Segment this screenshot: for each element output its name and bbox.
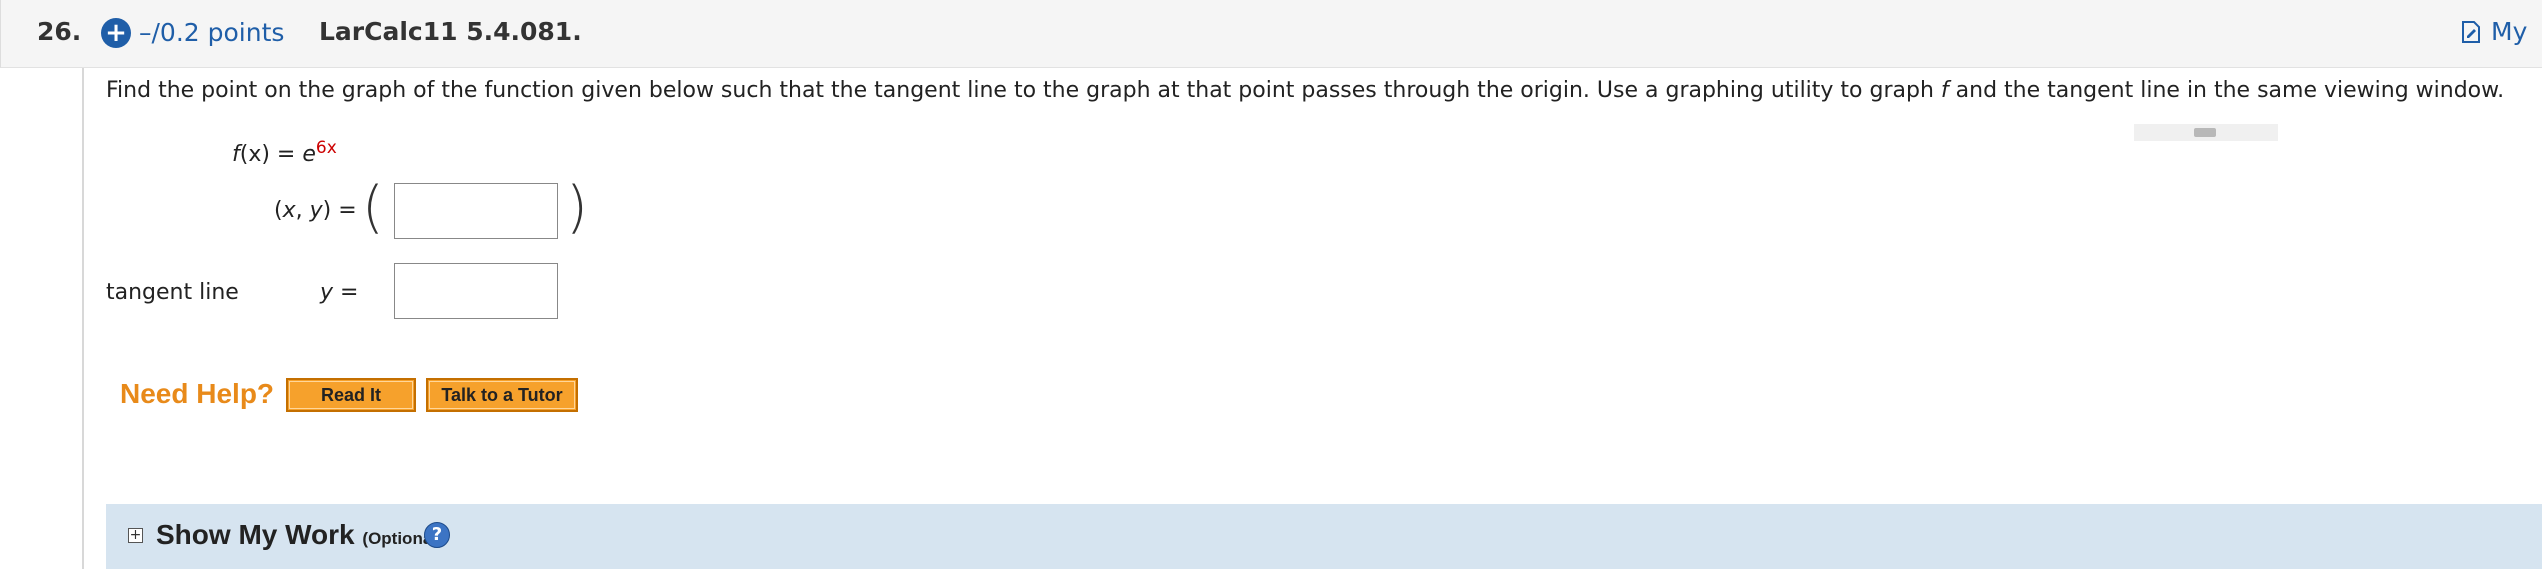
point-answer-input[interactable]	[394, 183, 558, 239]
help-icon[interactable]: ?	[424, 522, 450, 548]
read-it-button[interactable]: Read It	[286, 378, 416, 412]
tangent-y-label: y =	[320, 280, 359, 305]
question-number: 26.	[37, 17, 82, 46]
points-link[interactable]: –/0.2 points	[139, 18, 284, 47]
question-header: 26. + –/0.2 points LarCalc11 5.4.081. My	[0, 0, 2542, 68]
graph-handle-icon	[2194, 128, 2216, 137]
left-rule	[82, 68, 84, 569]
need-help-label: Need Help?	[120, 378, 275, 409]
show-my-work-panel: + Show My Work (Optional) ?	[106, 504, 2542, 569]
graph-placeholder	[2134, 124, 2278, 141]
close-paren: )	[566, 175, 588, 240]
function-definition: f(x) = e6x	[232, 138, 337, 167]
point-label: (x, y) =	[274, 198, 357, 223]
question-id: LarCalc11 5.4.081.	[319, 17, 582, 46]
plus-circle-icon[interactable]: +	[101, 18, 131, 48]
tangent-answer-input[interactable]	[394, 263, 558, 319]
expand-icon[interactable]: +	[128, 528, 143, 543]
my-notes-link[interactable]: My	[2461, 17, 2527, 49]
my-notes-label: My	[2491, 17, 2528, 46]
show-my-work-title[interactable]: Show My Work (Optional)	[156, 519, 443, 551]
open-paren: (	[362, 175, 384, 240]
note-edit-icon	[2461, 20, 2481, 49]
problem-prompt: Find the point on the graph of the funct…	[106, 78, 2505, 103]
tangent-line-label: tangent line	[106, 280, 239, 305]
talk-to-tutor-button[interactable]: Talk to a Tutor	[426, 378, 578, 412]
